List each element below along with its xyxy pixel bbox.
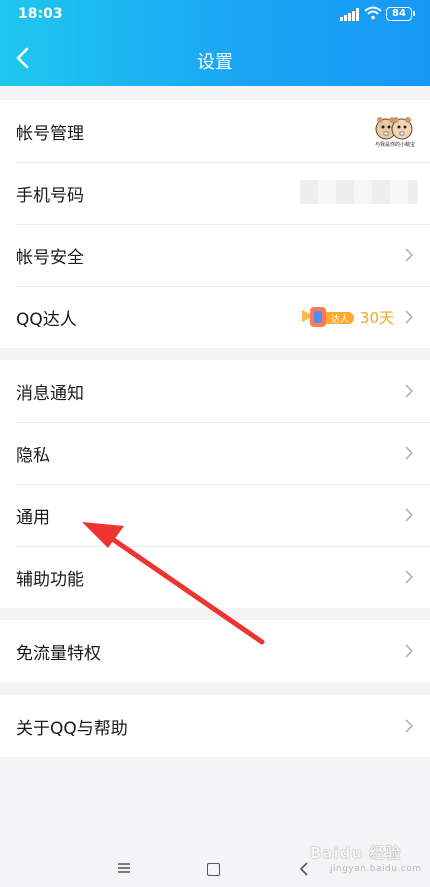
data-section: 免流量特权 (0, 620, 430, 682)
row-label: 手机号码 (16, 185, 84, 206)
chevron-right-icon (405, 644, 414, 658)
chevron-right-icon (405, 508, 414, 522)
wifi-icon (364, 6, 382, 20)
avatar: 与我是你的小萌宝 (374, 112, 415, 152)
row-label: 通用 (16, 507, 50, 528)
watermark: Baidu 经验 (310, 844, 402, 862)
nav-back-icon[interactable] (300, 862, 308, 876)
account-manage-row[interactable]: 帐号管理 与我是你的小萌宝 (0, 100, 430, 162)
menu-icon[interactable] (117, 863, 131, 873)
page-title: 设置 (197, 52, 233, 73)
chevron-right-icon (405, 570, 414, 584)
watermark-sub: jingyan.baidu.com (330, 864, 422, 874)
row-label: 关于QQ与帮助 (16, 718, 128, 739)
talent-badge-icon: 达人 (302, 307, 354, 327)
home-icon[interactable] (207, 863, 220, 876)
qq-talent-row[interactable]: QQ达人 达人 30天 (0, 286, 430, 348)
notifications-row[interactable]: 消息通知 (0, 360, 430, 422)
account-section: 帐号管理 与我是你的小萌宝 手机号码 帐号安全 QQ达人 达人 30天 (0, 100, 430, 348)
avatar-caption: 与我是你的小萌宝 (374, 142, 415, 148)
account-security-row[interactable]: 帐号安全 (0, 224, 430, 286)
chevron-right-icon (405, 446, 414, 460)
chevron-right-icon (405, 384, 414, 398)
chevron-right-icon (405, 719, 414, 733)
row-label: 消息通知 (16, 383, 84, 404)
about-section: 关于QQ与帮助 (0, 695, 430, 757)
app-header: 18:03 84 设置 (0, 0, 430, 86)
talent-badge-text: 达人 (331, 313, 349, 325)
general-section: 消息通知 隐私 通用 辅助功能 (0, 360, 430, 608)
about-help-row[interactable]: 关于QQ与帮助 (0, 695, 430, 757)
phone-number-value (300, 180, 418, 204)
row-label: 免流量特权 (16, 643, 101, 664)
status-time: 18:03 (18, 6, 63, 22)
chevron-right-icon (405, 310, 414, 324)
row-label: 帐号管理 (16, 123, 84, 144)
hamster-avatar-icon (375, 117, 413, 140)
signal-icon (340, 8, 360, 21)
row-label: QQ达人 (16, 309, 77, 330)
battery-icon: 84 (386, 7, 415, 21)
accessibility-row[interactable]: 辅助功能 (0, 546, 430, 608)
talent-days: 30天 (359, 309, 394, 327)
row-label: 辅助功能 (16, 569, 84, 590)
row-label: 帐号安全 (16, 247, 84, 268)
free-data-row[interactable]: 免流量特权 (0, 620, 430, 682)
privacy-row[interactable]: 隐私 (0, 422, 430, 484)
row-label: 隐私 (16, 445, 50, 466)
status-bar: 18:03 84 (0, 0, 430, 30)
general-row[interactable]: 通用 (0, 484, 430, 546)
chevron-right-icon (405, 248, 414, 262)
phone-number-row[interactable]: 手机号码 (0, 162, 430, 224)
